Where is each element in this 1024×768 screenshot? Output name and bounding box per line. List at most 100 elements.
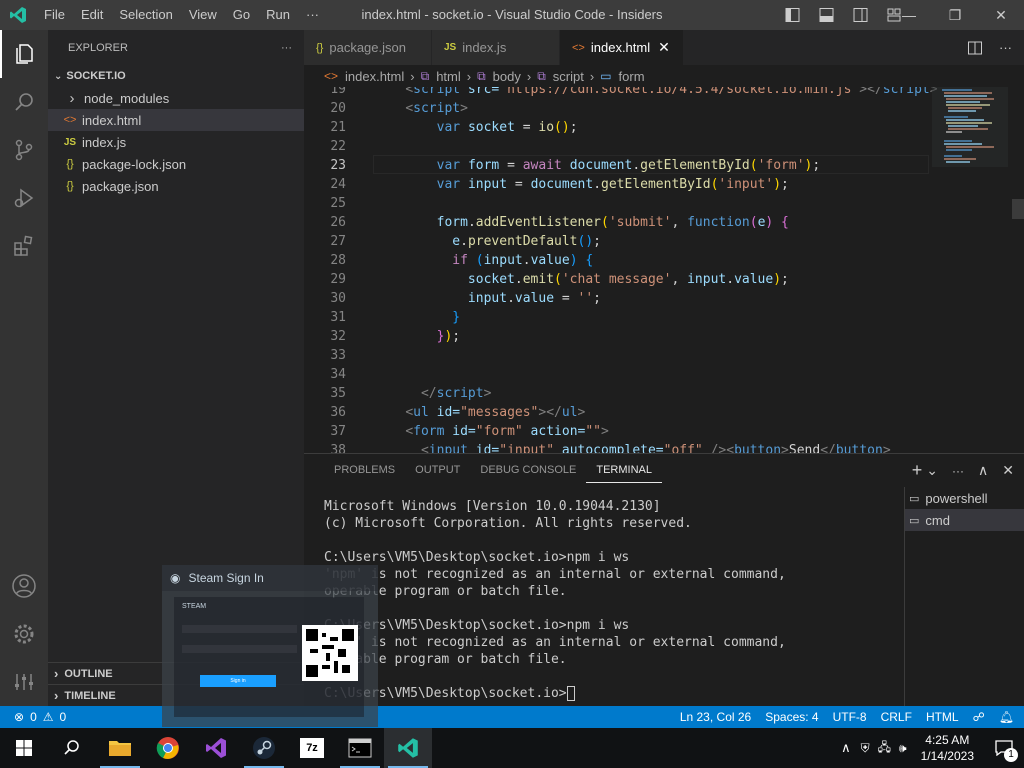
windows-start-icon[interactable]: [0, 728, 48, 768]
notification-count: 1: [1004, 748, 1018, 762]
vscode-insiders-icon[interactable]: [384, 728, 432, 768]
line-ending[interactable]: CRLF: [881, 710, 912, 724]
tab-label: package.json: [329, 40, 406, 55]
indentation[interactable]: Spaces: 4: [765, 710, 818, 724]
file-explorer-icon[interactable]: [96, 728, 144, 768]
visual-studio-icon[interactable]: [192, 728, 240, 768]
terminal-prompt-line[interactable]: C:\Users\VM5\Desktop\socket.io>: [324, 685, 904, 702]
tab-package-json[interactable]: {} package.json: [304, 30, 432, 65]
breadcrumb-item[interactable]: body: [493, 69, 521, 84]
breadcrumb-item[interactable]: form: [619, 69, 645, 84]
chevron-down-icon: ⌄: [54, 70, 63, 82]
cursor-position[interactable]: Ln 23, Col 26: [680, 710, 751, 724]
minimap[interactable]: [932, 87, 1008, 453]
volume-icon[interactable]: 🕪︎: [895, 741, 911, 756]
security-icon[interactable]: ⛨: [857, 741, 874, 756]
problems-status[interactable]: ⊗ 0 ⚠ 0: [0, 710, 66, 724]
split-editor-icon[interactable]: [967, 40, 983, 56]
feedback-icon[interactable]: ☍: [973, 710, 985, 724]
menu-go[interactable]: Go: [225, 0, 258, 30]
tree-item-node-modules[interactable]: › node_modules: [48, 87, 304, 109]
maximize-panel-icon[interactable]: ∧: [978, 462, 988, 479]
search-icon[interactable]: [0, 78, 48, 126]
more-actions-icon[interactable]: ···: [952, 464, 964, 478]
close-window-icon[interactable]: ✕: [978, 0, 1024, 30]
scrollbar-thumb[interactable]: [1012, 199, 1024, 219]
clock[interactable]: 4:25 AM 1/14/2023: [911, 732, 984, 764]
menu-bar: File Edit Selection View Go Run ···: [36, 0, 327, 30]
breadcrumb-item[interactable]: html: [436, 69, 461, 84]
line-number: 21: [330, 120, 346, 135]
tab-debug-console[interactable]: DEBUG CONSOLE: [470, 454, 586, 487]
terminal-icon: ▭: [909, 514, 920, 527]
code-editor[interactable]: 19 <script src="https://cdn.socket.io/4.…: [304, 87, 1024, 453]
steam-icon[interactable]: [240, 728, 288, 768]
more-actions-icon[interactable]: ···: [999, 40, 1012, 55]
tree-item-package-lock-json[interactable]: {} package-lock.json: [48, 153, 304, 175]
taskbar-search-icon[interactable]: [48, 728, 96, 768]
extensions-icon[interactable]: [0, 222, 48, 270]
remote-tune-icon[interactable]: [0, 658, 48, 706]
toggle-secondary-sidebar-icon[interactable]: [848, 7, 874, 23]
tab-problems[interactable]: PROBLEMS: [324, 454, 405, 487]
editor-scrollbar[interactable]: [1010, 87, 1024, 453]
bell-icon[interactable]: 🔔︎: [999, 710, 1014, 724]
run-debug-icon[interactable]: [0, 174, 48, 222]
tab-output[interactable]: OUTPUT: [405, 454, 470, 487]
menu-file[interactable]: File: [36, 0, 73, 30]
steam-preview-header: ◉ Steam Sign In: [162, 565, 378, 591]
toggle-panel-icon[interactable]: [814, 7, 840, 23]
notifications-icon[interactable]: 1: [984, 728, 1024, 768]
command-prompt-icon[interactable]: [336, 728, 384, 768]
source-control-icon[interactable]: [0, 126, 48, 174]
encoding[interactable]: UTF-8: [833, 710, 867, 724]
error-count: 0: [30, 710, 37, 724]
terminal-cursor: [566, 686, 575, 701]
line-number: 35: [330, 386, 346, 401]
terminal-output[interactable]: Microsoft Windows [Version 10.0.19044.21…: [324, 498, 904, 702]
warning-icon: ⚠: [42, 710, 54, 724]
terminal-line: C:\Users\VM5\Desktop\socket.io>npm i ws: [324, 618, 630, 633]
tree-item-index-html[interactable]: <> index.html: [48, 109, 304, 131]
network-icon[interactable]: 🖧︎: [874, 738, 895, 759]
menu-selection[interactable]: Selection: [111, 0, 180, 30]
tab-index-html[interactable]: <> index.html ✕: [560, 30, 684, 65]
restore-icon[interactable]: ❐: [932, 0, 978, 30]
terminal-line: (c) Microsoft Corporation. All rights re…: [324, 516, 692, 531]
menu-view[interactable]: View: [181, 0, 225, 30]
chrome-icon[interactable]: [144, 728, 192, 768]
tree-item-index-js[interactable]: JS index.js: [48, 131, 304, 153]
minimize-icon[interactable]: —: [886, 0, 932, 30]
menu-edit[interactable]: Edit: [73, 0, 111, 30]
language-mode[interactable]: HTML: [926, 710, 959, 724]
js-file-icon: JS: [63, 136, 77, 148]
tab-index-js[interactable]: JS index.js: [432, 30, 560, 65]
terminal-item-cmd[interactable]: ▭ cmd: [905, 509, 1024, 531]
terminal-line: 'npm' is not recognized as an internal o…: [324, 635, 786, 650]
7zip-icon[interactable]: 7z: [288, 728, 336, 768]
chevron-down-icon[interactable]: ⌄: [926, 462, 938, 479]
explorer-icon[interactable]: [0, 30, 48, 78]
qr-code-icon: [302, 625, 358, 681]
terminal-item-powershell[interactable]: ▭ powershell: [905, 487, 1024, 509]
more-actions-icon[interactable]: ···: [281, 42, 292, 54]
toggle-sidebar-icon[interactable]: [780, 7, 806, 23]
breadcrumb-item[interactable]: script: [553, 69, 584, 84]
menu-run[interactable]: Run: [258, 0, 298, 30]
tree-item-package-json[interactable]: {} package.json: [48, 175, 304, 197]
chevron-up-icon[interactable]: ∧: [835, 740, 857, 756]
steam-signin-preview[interactable]: ◉ Steam Sign In STEAM Sign in: [162, 565, 378, 727]
gear-icon[interactable]: [0, 610, 48, 658]
line-number: 37: [330, 424, 346, 439]
close-tab-icon[interactable]: ✕: [658, 39, 670, 56]
breadcrumb-item[interactable]: index.html: [345, 69, 404, 84]
close-panel-icon[interactable]: ✕: [1002, 462, 1014, 479]
tree-item-label: node_modules: [84, 90, 170, 106]
tab-terminal[interactable]: TERMINAL: [586, 458, 662, 483]
account-icon[interactable]: [0, 562, 48, 610]
new-terminal-icon[interactable]: +: [912, 460, 923, 481]
status-right: Ln 23, Col 26 Spaces: 4 UTF-8 CRLF HTML …: [680, 706, 1014, 728]
menu-more[interactable]: ···: [298, 0, 327, 30]
folder-header[interactable]: ⌄ SOCKET.IO: [48, 65, 304, 87]
